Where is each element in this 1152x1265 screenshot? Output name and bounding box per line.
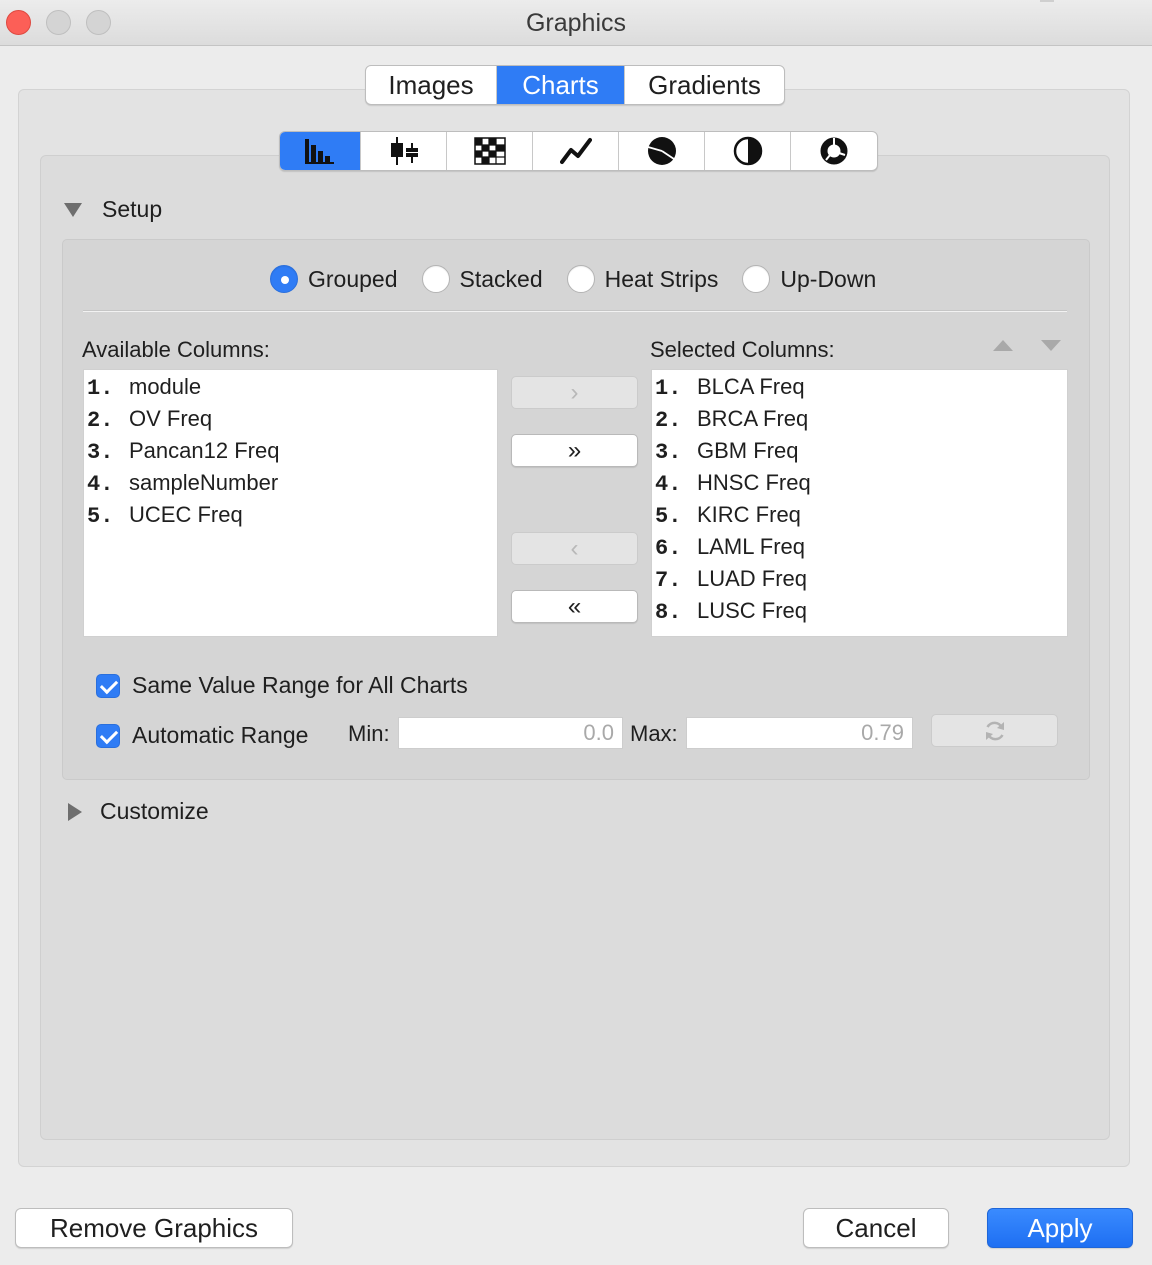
radio-label: Grouped (308, 265, 398, 292)
checkbox-label: Same Value Range for All Charts (132, 672, 468, 698)
chart-type-stripe[interactable] (705, 132, 791, 170)
radio-unselected-icon (742, 265, 771, 293)
disclosure-collapsed-icon (68, 802, 82, 821)
radio-stacked[interactable]: Stacked (421, 265, 543, 293)
window-title: Graphics (525, 9, 627, 37)
remove-graphics-button[interactable]: Remove Graphics (15, 1208, 293, 1248)
list-item[interactable]: 2. OV Freq (84, 403, 497, 435)
customize-disclosure[interactable]: Customize (64, 798, 209, 825)
list-item[interactable]: 5. UCEC Freq (84, 499, 497, 531)
divider (83, 310, 1067, 312)
radio-heat-strips[interactable]: Heat Strips (566, 265, 719, 293)
line-chart-icon (559, 138, 592, 164)
ring-chart-icon (820, 137, 848, 165)
min-label: Min: (348, 721, 390, 746)
selected-columns-label: Selected Columns: (650, 337, 835, 362)
tab-images[interactable]: Images (366, 66, 497, 104)
move-up-icon[interactable] (993, 340, 1013, 351)
radio-unselected-icon (566, 265, 595, 293)
radio-label: Heat Strips (604, 265, 719, 292)
radio-label: Up-Down (780, 265, 877, 292)
remove-column-button[interactable]: ‹ (511, 532, 638, 565)
setup-title: Setup (102, 196, 163, 222)
add-all-columns-button[interactable]: » (511, 434, 638, 467)
list-item[interactable]: 3. GBM Freq (652, 435, 1067, 467)
radio-unselected-icon (421, 265, 450, 293)
available-columns-label: Available Columns: (82, 337, 270, 362)
list-item[interactable]: 2. BRCA Freq (652, 403, 1067, 435)
stripe-chart-icon (733, 136, 762, 166)
checkbox-checked-icon (96, 723, 120, 748)
selected-columns-list[interactable]: 1. BLCA Freq 2. BRCA Freq 3. GBM Freq 4. HNS… (651, 369, 1068, 637)
checkbox-checked-icon (96, 673, 120, 698)
customize-title: Customize (100, 798, 209, 824)
layout-radio-group: Grouped Stacked Heat Strips Up-Down (270, 262, 900, 296)
list-item[interactable]: 6. LAML Freq (652, 531, 1067, 563)
list-item[interactable]: 1. module (84, 371, 497, 403)
tab-gradients[interactable]: Gradients (625, 66, 784, 104)
list-item[interactable]: 4. HNSC Freq (652, 467, 1067, 499)
list-item[interactable]: 5. KIRC Freq (652, 499, 1067, 531)
main-tabs: Images Charts Gradients (365, 65, 785, 105)
remove-all-columns-button[interactable]: « (511, 590, 638, 623)
automatic-range-checkbox[interactable]: Automatic Range (96, 722, 308, 749)
pie-chart-icon (647, 137, 676, 165)
min-field[interactable] (398, 717, 623, 749)
radio-selected-icon (270, 265, 298, 293)
bar-chart-icon (305, 139, 334, 164)
radio-label: Stacked (459, 265, 543, 292)
cancel-button[interactable]: Cancel (803, 1208, 949, 1248)
list-item[interactable]: 8. LUSC Freq (652, 595, 1067, 627)
chart-type-box[interactable] (361, 132, 447, 170)
chart-type-heatmap[interactable] (447, 132, 533, 170)
same-range-checkbox[interactable]: Same Value Range for All Charts (96, 672, 468, 699)
disclosure-expanded-icon (64, 202, 82, 217)
tab-charts[interactable]: Charts (497, 66, 625, 104)
chart-type-line[interactable] (533, 132, 619, 170)
add-column-button[interactable]: › (511, 376, 638, 409)
move-down-icon[interactable] (1041, 340, 1061, 351)
title-bar-edge (1040, 0, 1054, 2)
title-bar: Graphics (0, 0, 1152, 46)
radio-grouped[interactable]: Grouped (270, 265, 398, 293)
list-item[interactable]: 4. sampleNumber (84, 467, 497, 499)
checkbox-label: Automatic Range (132, 722, 309, 748)
setup-disclosure[interactable]: Setup (64, 196, 162, 223)
apply-button[interactable]: Apply (987, 1208, 1133, 1248)
available-columns-list[interactable]: 1. module 2. OV Freq 3. Pancan12 Freq 4. sam… (83, 369, 498, 637)
list-item[interactable]: 7. LUAD Freq (652, 563, 1067, 595)
max-field[interactable] (686, 717, 913, 749)
radio-up-down[interactable]: Up-Down (742, 265, 876, 293)
chart-type-bar[interactable] (280, 132, 361, 170)
refresh-icon (985, 721, 1004, 740)
chart-type-pie[interactable] (619, 132, 705, 170)
box-plot-icon (390, 137, 418, 165)
chart-type-tabs (279, 131, 878, 171)
list-item[interactable]: 3. Pancan12 Freq (84, 435, 497, 467)
max-label: Max: (630, 721, 678, 746)
heat-map-icon (473, 137, 506, 165)
refresh-range-button[interactable] (931, 714, 1058, 747)
list-item[interactable]: 1. BLCA Freq (652, 371, 1067, 403)
chart-type-ring[interactable] (791, 132, 877, 170)
